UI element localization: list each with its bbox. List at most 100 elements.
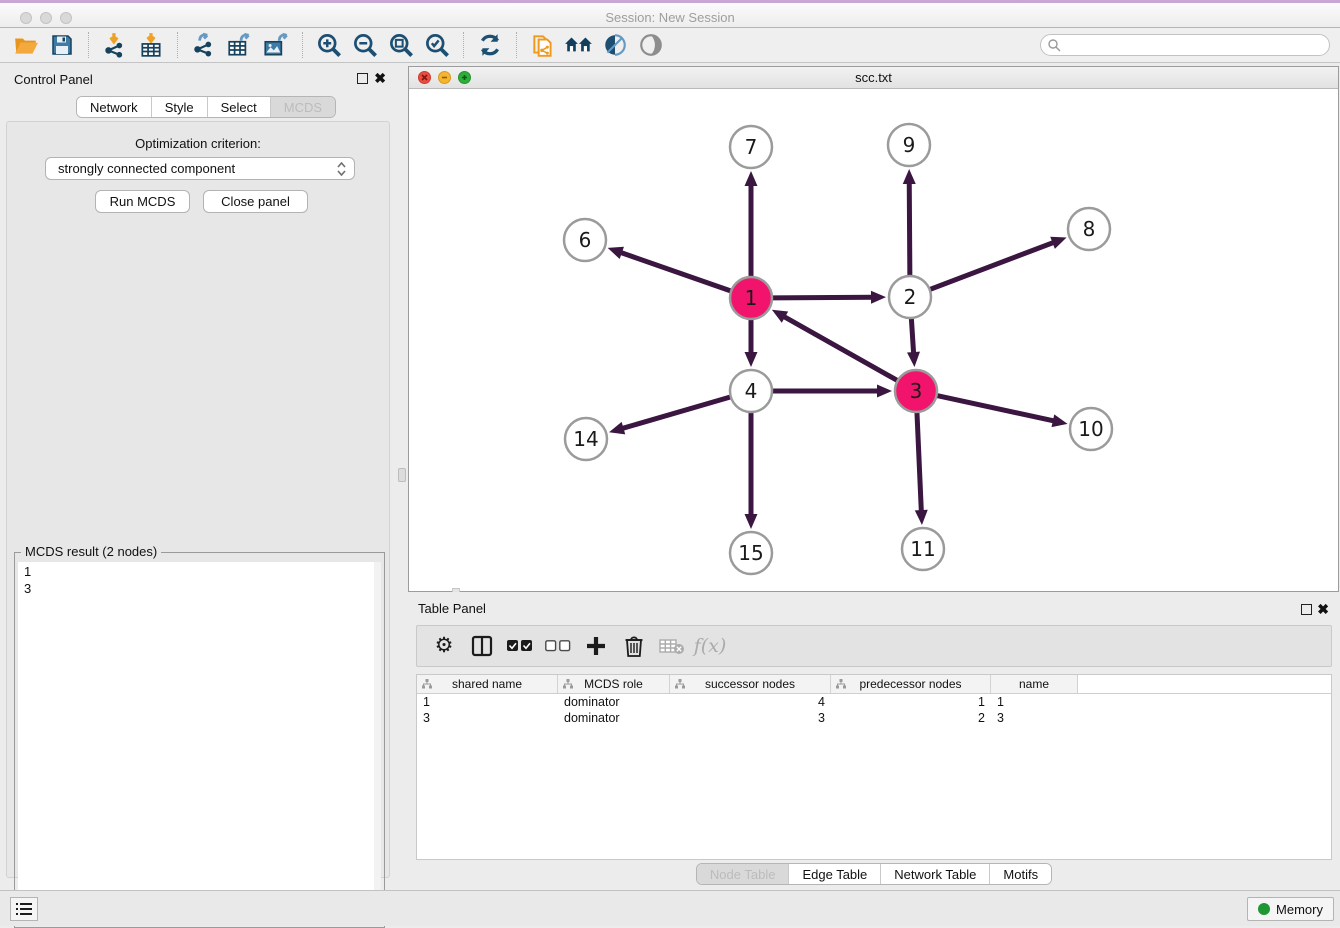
tab-edge-table[interactable]: Edge Table	[789, 864, 881, 884]
column-label: name	[1019, 677, 1049, 691]
home-icon[interactable]	[564, 31, 594, 59]
attribute-icon	[563, 679, 573, 689]
table-header-row: shared name MCDS role successor nodes pr…	[417, 675, 1331, 694]
graph-node-label-8: 8	[1083, 217, 1096, 241]
edge-2-8[interactable]	[931, 242, 1056, 289]
run-mcds-button[interactable]: Run MCDS	[95, 190, 190, 213]
edge-3-11[interactable]	[917, 413, 921, 513]
arrowhead-4-14	[609, 422, 625, 434]
zoom-fit-icon[interactable]	[386, 31, 416, 59]
float-table-panel-icon[interactable]	[1301, 604, 1312, 615]
close-panel-button[interactable]: Close panel	[203, 190, 308, 213]
arrowhead-1-4	[745, 352, 758, 367]
graphics-details-eye-icon[interactable]	[636, 31, 666, 59]
delete-table-icon[interactable]	[659, 633, 685, 659]
graph-node-label-15: 15	[738, 541, 763, 565]
refresh-layout-icon[interactable]	[475, 31, 505, 59]
control-panel-tabbar: Network Style Select MCDS	[76, 96, 336, 118]
add-column-icon[interactable]	[583, 633, 609, 659]
graph-node-label-3: 3	[910, 379, 923, 403]
graph-node-label-6: 6	[579, 228, 592, 252]
save-session-icon[interactable]	[47, 31, 77, 59]
table-cell: dominator	[558, 694, 670, 710]
result-scrollbar[interactable]	[374, 562, 381, 925]
zoom-in-icon[interactable]	[314, 31, 344, 59]
edge-2-3[interactable]	[911, 319, 913, 355]
status-bar: Memory	[0, 890, 1340, 926]
memory-button[interactable]: Memory	[1247, 897, 1334, 921]
import-table-icon[interactable]	[136, 31, 166, 59]
first-neighbors-icon[interactable]	[600, 31, 630, 59]
vertical-splitter[interactable]	[396, 63, 408, 890]
tab-motifs[interactable]: Motifs	[990, 864, 1051, 884]
edge-3-1[interactable]	[782, 316, 896, 381]
export-image-icon[interactable]	[261, 31, 291, 59]
graph-node-label-10: 10	[1078, 417, 1103, 441]
column-label: shared name	[452, 677, 522, 691]
table-settings-gear-icon[interactable]: ⚙	[431, 633, 457, 659]
memory-label: Memory	[1276, 902, 1323, 917]
table-cell: 3	[991, 710, 1078, 726]
column-header-predecessor-nodes[interactable]: predecessor nodes	[831, 675, 991, 693]
attribute-icon	[675, 679, 685, 689]
float-panel-icon[interactable]	[357, 73, 368, 84]
deselect-all-columns-icon[interactable]	[545, 633, 571, 659]
zoom-out-icon[interactable]	[350, 31, 380, 59]
table-row[interactable]: 3dominator323	[417, 710, 1331, 726]
column-label: MCDS role	[584, 677, 643, 691]
edge-2-9[interactable]	[909, 181, 910, 275]
tab-style[interactable]: Style	[152, 97, 208, 117]
control-panel: Control Panel ✖ Network Style Select MCD…	[0, 63, 396, 890]
select-all-columns-icon[interactable]	[507, 633, 533, 659]
arrowhead-3-10	[1052, 414, 1068, 427]
function-builder-icon[interactable]: f(x)	[697, 633, 723, 659]
tab-network-table[interactable]: Network Table	[881, 864, 990, 884]
network-frame-titlebar[interactable]: scc.txt	[409, 67, 1338, 89]
arrowhead-1-7	[745, 171, 758, 186]
search-input[interactable]	[1061, 38, 1329, 52]
graph-node-label-1: 1	[745, 286, 758, 310]
network-canvas-svg[interactable]: 7968124314101511	[409, 89, 1338, 591]
search-field[interactable]	[1040, 34, 1330, 56]
edge-1-2[interactable]	[773, 297, 874, 298]
export-network-icon[interactable]	[189, 31, 219, 59]
table-panel-tabbar: Node Table Edge Table Network Table Moti…	[696, 863, 1052, 885]
close-panel-icon[interactable]: ✖	[374, 70, 386, 86]
tab-select[interactable]: Select	[208, 97, 271, 117]
edge-4-14[interactable]	[621, 397, 730, 429]
column-layout-icon[interactable]	[469, 633, 495, 659]
mcds-result-text[interactable]: 1 3	[18, 562, 376, 925]
table-row[interactable]: 1dominator411	[417, 694, 1331, 710]
column-header-shared-name[interactable]: shared name	[417, 675, 558, 693]
tab-mcds[interactable]: MCDS	[271, 97, 335, 117]
attribute-icon	[422, 679, 432, 689]
window-title: Session: New Session	[0, 10, 1340, 25]
close-table-panel-icon[interactable]: ✖	[1317, 601, 1329, 617]
tab-network[interactable]: Network	[77, 97, 152, 117]
import-network-icon[interactable]	[100, 31, 130, 59]
dropdown-stepper-icon	[337, 162, 346, 176]
table-panel: Table Panel ✖ ⚙ f(x) shared name	[408, 592, 1340, 890]
zoom-selected-icon[interactable]	[422, 31, 452, 59]
edge-3-10[interactable]	[937, 396, 1055, 422]
splitter-grip[interactable]	[398, 468, 406, 482]
table-cell: dominator	[558, 710, 670, 726]
column-header-successor-nodes[interactable]: successor nodes	[670, 675, 831, 693]
criterion-dropdown[interactable]: strongly connected component	[45, 157, 355, 180]
arrowhead-1-6	[608, 247, 624, 259]
memory-status-dot	[1258, 903, 1270, 915]
edge-1-6[interactable]	[619, 252, 730, 291]
clone-network-icon[interactable]	[528, 31, 558, 59]
arrowhead-1-2	[871, 291, 886, 304]
tab-node-table[interactable]: Node Table	[697, 864, 790, 884]
column-header-mcds-role[interactable]: MCDS role	[558, 675, 670, 693]
toolbar-separator	[463, 32, 464, 58]
open-session-icon[interactable]	[11, 31, 41, 59]
delete-column-trash-icon[interactable]	[621, 633, 647, 659]
task-history-button[interactable]	[10, 897, 38, 921]
column-header-name[interactable]: name	[991, 675, 1078, 693]
attribute-icon	[836, 679, 846, 689]
export-table-icon[interactable]	[225, 31, 255, 59]
table-cell: 1	[831, 694, 991, 710]
arrowhead-2-8	[1050, 237, 1066, 249]
